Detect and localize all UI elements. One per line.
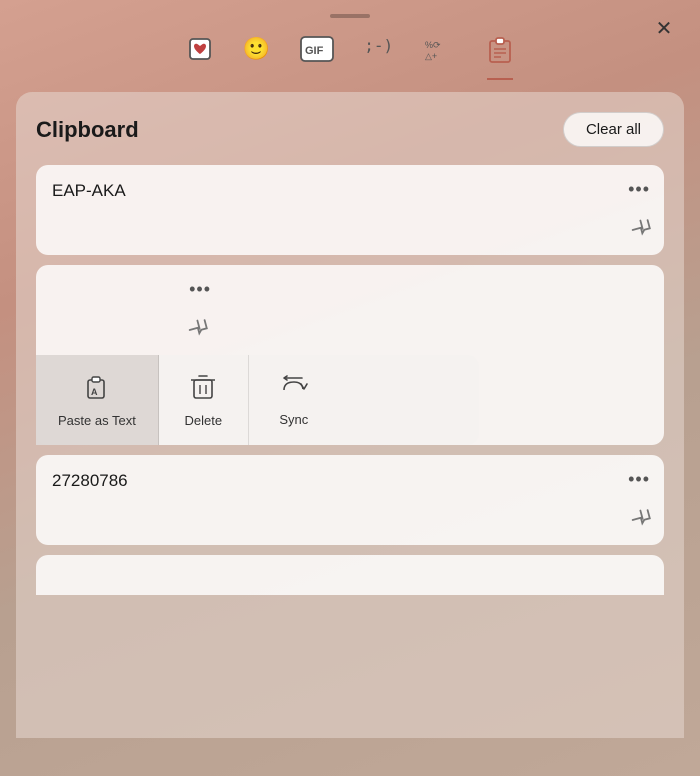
tab-bar: 🙂 GIF ;-) %⟳ △+ xyxy=(0,28,700,80)
stickers-icon xyxy=(187,36,213,68)
clipboard-item-3-text: 27280786 xyxy=(52,471,128,490)
content-area: Clipboard Clear all EAP-AKA ••• ••• xyxy=(16,92,684,738)
context-menu: A Paste as Text Delete xyxy=(36,355,479,445)
clipboard-title: Clipboard xyxy=(36,117,139,143)
symbols-icon: %⟳ △+ xyxy=(423,36,457,68)
tab-gif[interactable]: GIF xyxy=(300,36,334,80)
clipboard-item-2: ••• A Paste as Text xyxy=(36,265,664,445)
paste-as-text-label: Paste as Text xyxy=(58,413,136,428)
gif-icon: GIF xyxy=(300,36,334,68)
ctx-sync[interactable]: Sync xyxy=(249,355,339,445)
ctx-paste-as-text[interactable]: A Paste as Text xyxy=(36,355,159,445)
svg-text:GIF: GIF xyxy=(305,45,324,57)
close-button[interactable]: ✕ xyxy=(648,12,680,44)
clipboard-icon xyxy=(487,36,513,70)
clipboard-item-1-more[interactable]: ••• xyxy=(628,179,650,200)
delete-icon xyxy=(190,373,216,407)
top-bar: ✕ xyxy=(0,0,700,28)
clipboard-item-3-pin[interactable] xyxy=(622,501,655,536)
clipboard-item-2-more[interactable]: ••• xyxy=(189,279,211,300)
kaomoji-icon: ;-) xyxy=(364,36,393,55)
emoji-icon: 🙂 xyxy=(243,36,270,62)
clipboard-item-3: 27280786 ••• xyxy=(36,455,664,545)
sync-label: Sync xyxy=(279,412,308,427)
tab-symbols[interactable]: %⟳ △+ xyxy=(423,36,457,80)
clear-all-button[interactable]: Clear all xyxy=(563,112,664,147)
delete-label: Delete xyxy=(185,413,223,428)
sync-icon xyxy=(280,374,308,406)
clipboard-header: Clipboard Clear all xyxy=(36,112,664,147)
clipboard-item-4 xyxy=(36,555,664,595)
clipboard-item-3-more[interactable]: ••• xyxy=(628,469,650,490)
paste-as-text-icon: A xyxy=(83,373,111,407)
tab-clipboard[interactable] xyxy=(487,36,513,80)
tab-stickers[interactable] xyxy=(187,36,213,80)
clipboard-item-1-text: EAP-AKA xyxy=(52,181,126,200)
clipboard-item-2-pin[interactable] xyxy=(179,311,212,346)
svg-text:△+: △+ xyxy=(425,51,437,61)
drag-handle[interactable] xyxy=(330,14,370,18)
tab-emoji[interactable]: 🙂 xyxy=(243,36,270,80)
clipboard-item-1-pin[interactable] xyxy=(622,211,655,246)
ctx-delete[interactable]: Delete xyxy=(159,355,249,445)
svg-text:%⟳: %⟳ xyxy=(425,40,441,50)
clipboard-item-1: EAP-AKA ••• xyxy=(36,165,664,255)
tab-kaomoji[interactable]: ;-) xyxy=(364,36,393,80)
svg-text:A: A xyxy=(91,387,98,397)
